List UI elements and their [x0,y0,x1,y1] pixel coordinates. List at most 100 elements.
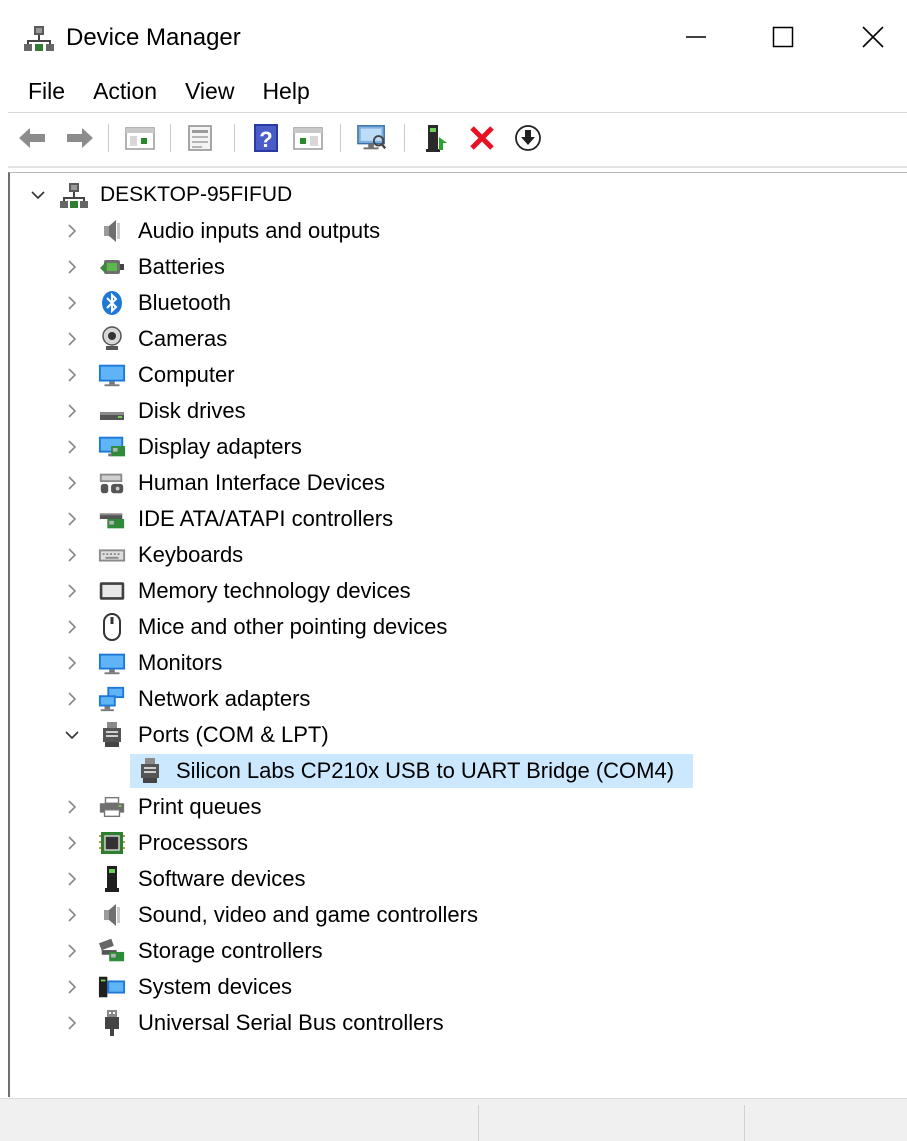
chevron-right-icon[interactable] [62,869,82,889]
chevron-right-icon[interactable] [62,653,82,673]
tree-item-ide-ata-atapi[interactable]: IDE ATA/ATAPI controllers [10,501,907,537]
action-pane-icon[interactable] [292,122,324,154]
hid-icon [98,469,126,497]
printer-icon [98,793,126,821]
camera-icon [98,325,126,353]
chevron-right-icon[interactable] [62,797,82,817]
svg-text:?: ? [259,127,272,152]
chevron-right-icon[interactable] [62,437,82,457]
tree-item-audio-inputs[interactable]: Audio inputs and outputs [10,213,907,249]
menu-view[interactable]: View [171,76,248,110]
tree-item-label: Network adapters [138,686,311,711]
chevron-right-icon[interactable] [62,509,82,529]
monitor-scan-icon[interactable] [356,122,388,154]
chevron-right-icon[interactable] [62,293,82,313]
tree-item-system-devices[interactable]: System devices [10,969,907,1005]
tree-item-network-adapters[interactable]: Network adapters [10,681,907,717]
tree-item-silicon-labs-cp210x[interactable]: Silicon Labs CP210x USB to UART Bridge (… [10,753,907,789]
chevron-right-icon[interactable] [62,257,82,277]
tree-item-label: Human Interface Devices [138,470,385,495]
tree-item-batteries[interactable]: Batteries [10,249,907,285]
chevron-right-icon[interactable] [62,833,82,853]
tree-item-cameras[interactable]: Cameras [10,321,907,357]
battery-icon [98,253,126,281]
tree-item-label: Universal Serial Bus controllers [138,1010,444,1035]
tree-item-computer[interactable]: Computer [10,357,907,393]
help-icon[interactable]: ? [250,122,282,154]
device-tree-pane[interactable]: DESKTOP-95FIFUD Audio inputs and outputs… [8,172,907,1097]
tree-item-label: Monitors [138,650,223,675]
tree-item-label: Audio inputs and outputs [138,218,381,243]
close-button[interactable] [843,14,903,60]
ide-controller-icon [98,505,126,533]
forward-arrow-icon[interactable] [64,122,96,154]
chevron-right-icon[interactable] [62,545,82,565]
system-devices-icon [98,973,126,1001]
chevron-right-icon[interactable] [62,365,82,385]
chevron-down-icon[interactable] [62,725,82,745]
tree-item-label: System devices [138,974,293,999]
title-bar: Device Manager [0,0,907,76]
tree-item-ports[interactable]: Ports (COM & LPT) [10,717,907,753]
chevron-right-icon[interactable] [62,905,82,925]
tree-item-display-adapters[interactable]: Display adapters [10,429,907,465]
minimize-button[interactable] [666,14,726,60]
display-adapter-icon [98,433,126,461]
uninstall-x-icon[interactable] [466,122,498,154]
port-icon [136,757,164,785]
minimize-icon [685,26,707,48]
menu-help[interactable]: Help [248,76,323,110]
tree-item-label: Disk drives [138,398,246,423]
properties-icon[interactable] [184,122,216,154]
download-driver-icon[interactable] [512,122,544,154]
maximize-button[interactable] [753,14,813,60]
tree-item-sound-video-game[interactable]: Sound, video and game controllers [10,897,907,933]
tree-item-label: Software devices [138,866,306,891]
tree-root[interactable]: DESKTOP-95FIFUD [10,177,907,213]
device-tree: DESKTOP-95FIFUD Audio inputs and outputs… [10,177,907,1041]
menu-action[interactable]: Action [79,76,171,110]
chevron-right-icon[interactable] [62,473,82,493]
status-separator [478,1105,479,1141]
tree-item-monitors[interactable]: Monitors [10,645,907,681]
show-hide-console-tree-icon[interactable] [124,122,156,154]
chevron-right-icon[interactable] [62,941,82,961]
tree-item-label: Sound, video and game controllers [138,902,478,927]
tree-item-print-queues[interactable]: Print queues [10,789,907,825]
tree-item-label: Print queues [138,794,262,819]
toolbar: ? [0,118,907,158]
chevron-down-icon[interactable] [28,185,48,205]
tree-item-label: Mice and other pointing devices [138,614,448,639]
toolbar-separator [404,124,405,152]
tree-item-processors[interactable]: Processors [10,825,907,861]
tree-item-label: Processors [138,830,249,855]
tree-item-usb-controllers[interactable]: Universal Serial Bus controllers [10,1005,907,1041]
computer-icon [98,361,126,389]
menu-bar: File Action View Help [0,76,324,110]
tree-item-bluetooth[interactable]: Bluetooth [10,285,907,321]
tree-item-software-devices[interactable]: Software devices [10,861,907,897]
chevron-right-icon[interactable] [62,401,82,421]
tree-item-human-interface-devices[interactable]: Human Interface Devices [10,465,907,501]
update-driver-icon[interactable] [420,122,452,154]
chevron-right-icon[interactable] [62,689,82,709]
chevron-right-icon[interactable] [62,581,82,601]
chevron-right-icon[interactable] [62,977,82,997]
network-adapter-icon [98,685,126,713]
menu-file[interactable]: File [0,76,79,110]
chevron-right-icon[interactable] [62,1013,82,1033]
tree-item-keyboards[interactable]: Keyboards [10,537,907,573]
tree-item-mice[interactable]: Mice and other pointing devices [10,609,907,645]
mouse-icon [98,613,126,641]
chevron-right-icon[interactable] [62,221,82,241]
tree-item-label: Display adapters [138,434,302,459]
tree-item-storage-controllers[interactable]: Storage controllers [10,933,907,969]
toolbar-separator [234,124,235,152]
chevron-right-icon[interactable] [62,329,82,349]
back-arrow-icon[interactable] [16,122,48,154]
chevron-right-icon[interactable] [62,617,82,637]
menu-divider [8,112,907,113]
tree-item-label: Silicon Labs CP210x USB to UART Bridge (… [176,758,675,783]
tree-item-memory-technology-devices[interactable]: Memory technology devices [10,573,907,609]
tree-item-disk-drives[interactable]: Disk drives [10,393,907,429]
